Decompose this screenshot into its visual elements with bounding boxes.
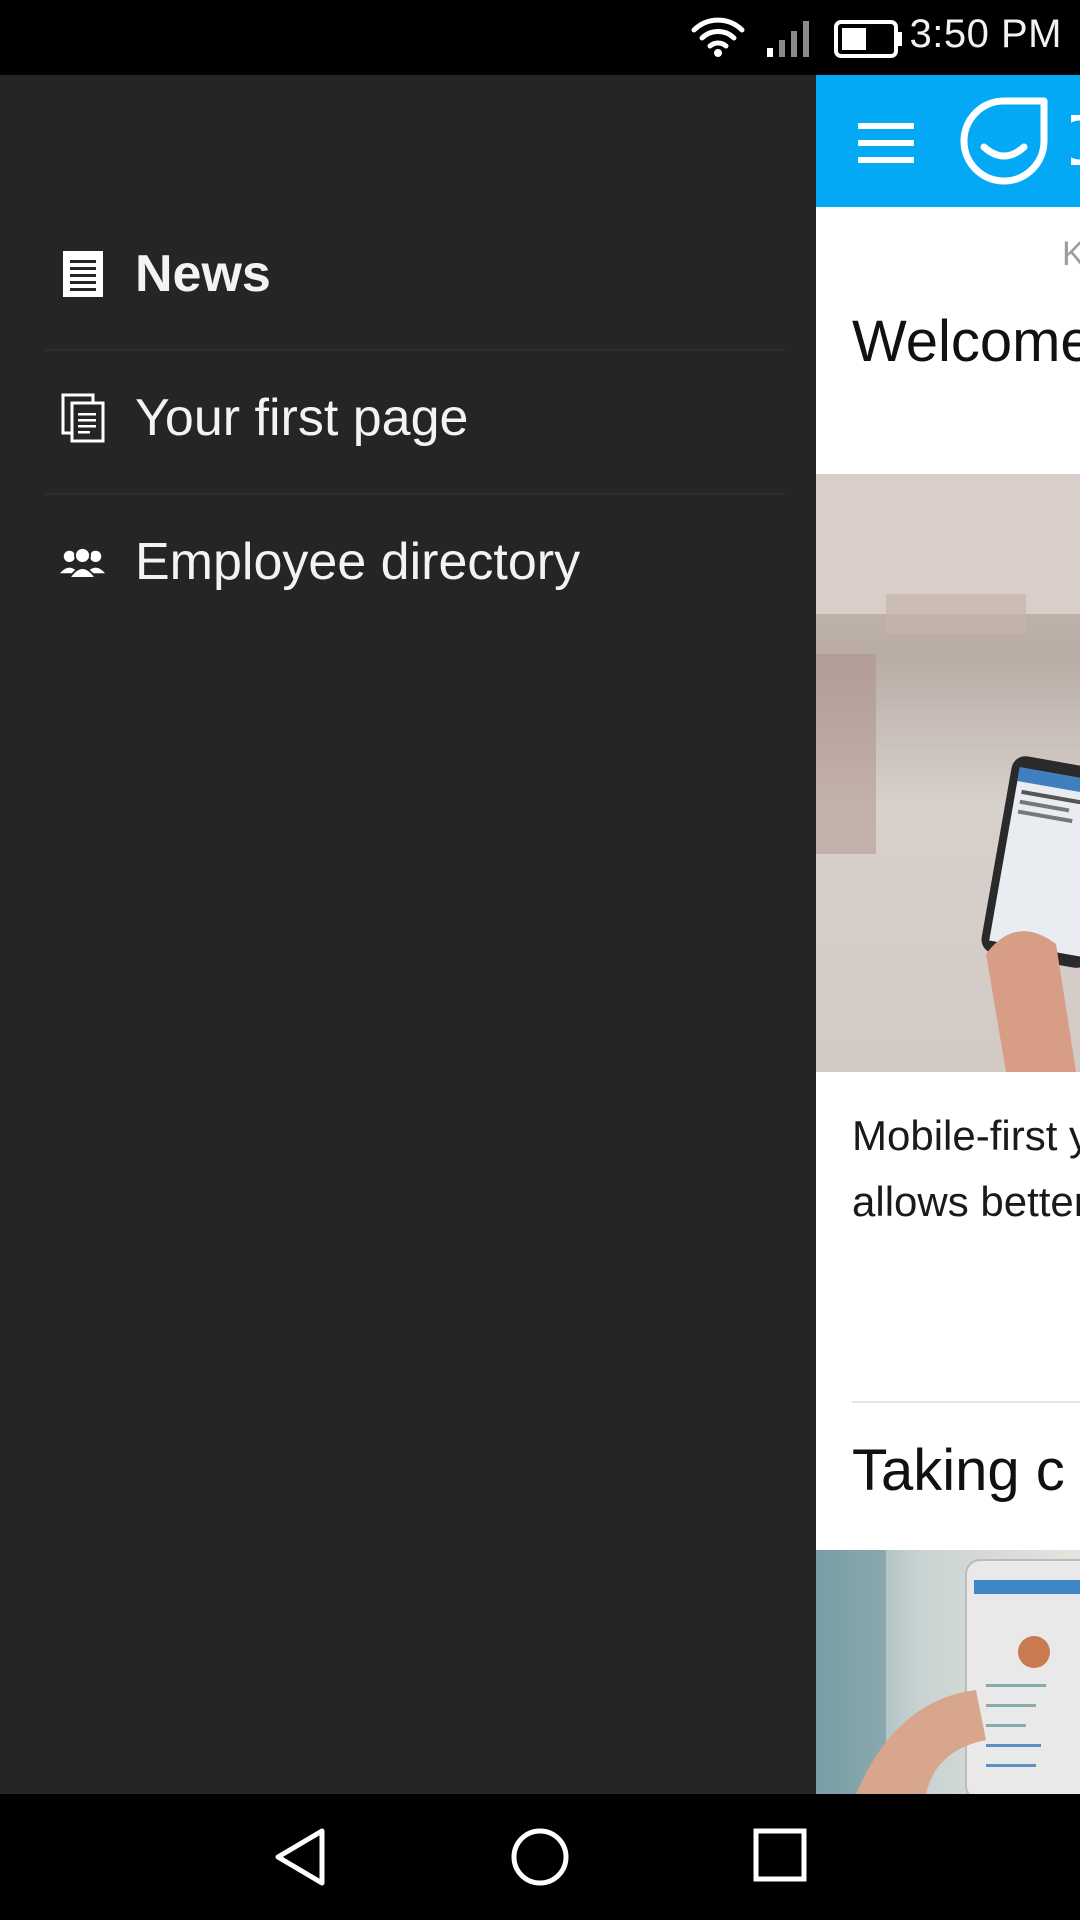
article-headline[interactable]: Welcome App [852, 307, 1080, 376]
second-article-image[interactable] [816, 1550, 1080, 1794]
main-content: K Welcome App Mobile-first you call it: … [816, 75, 1080, 1794]
status-bar: 3:50 PM [0, 0, 1080, 75]
logo-text-fragment [1071, 115, 1080, 165]
drawer-item-label: News [135, 245, 271, 303]
people-icon [60, 537, 105, 587]
article-body: Mobile-first you call it: S and allows b… [852, 1112, 1080, 1225]
pages-icon [60, 393, 105, 443]
home-icon[interactable] [510, 1827, 570, 1887]
article-hero-image[interactable] [816, 474, 1080, 1072]
recents-icon[interactable] [752, 1827, 808, 1883]
navigation-drawer: News Your first page Employee directory [0, 75, 816, 1794]
signal-icon [767, 21, 809, 57]
system-nav-bar [0, 1794, 1080, 1920]
status-time: 3:50 PM [909, 12, 1062, 56]
article-kicker: K [1062, 235, 1080, 273]
drawer-item-news[interactable]: News [45, 202, 785, 346]
staffbase-logo-icon [960, 97, 1048, 185]
content-divider [852, 1401, 1080, 1403]
wifi-icon [691, 17, 745, 57]
second-article-title[interactable]: Taking c [852, 1437, 1065, 1504]
drawer-item-label: Your first page [135, 389, 469, 447]
drawer-item-label: Employee directory [135, 533, 581, 591]
menu-icon[interactable] [858, 123, 914, 163]
drawer-item-employee-directory[interactable]: Employee directory [45, 490, 785, 634]
app-bar [816, 75, 1080, 207]
drawer-item-your-first-page[interactable]: Your first page [45, 346, 785, 490]
battery-icon [834, 20, 902, 58]
back-icon[interactable] [272, 1827, 328, 1887]
news-icon [60, 249, 105, 299]
